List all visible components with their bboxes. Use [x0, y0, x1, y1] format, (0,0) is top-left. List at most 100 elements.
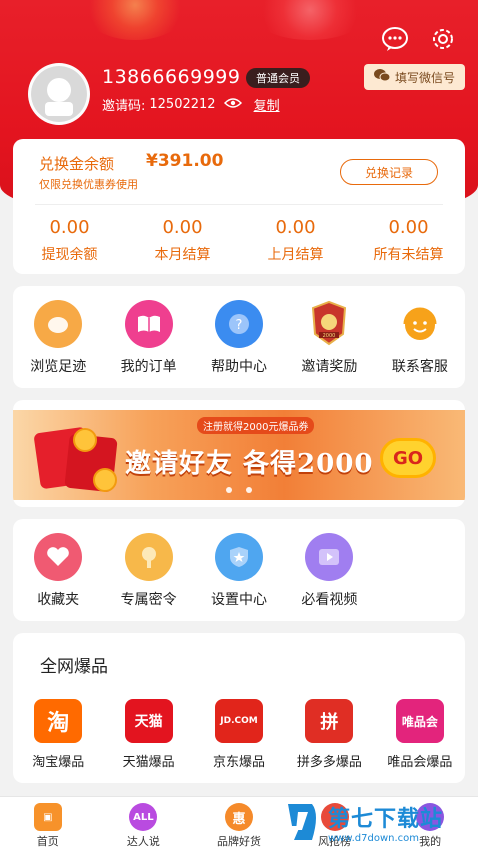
stat-value: 0.00 — [388, 217, 429, 238]
platform-label: 淘宝爆品 — [32, 755, 85, 770]
invite-banner[interactable]: 注册就得2000元爆品券 邀请好友 各得2000 GO — [13, 400, 465, 507]
shield-icon — [214, 533, 263, 581]
platform-label: 天猫爆品 — [122, 755, 175, 770]
menu-label: 收藏夹 — [37, 592, 80, 608]
exchange-record-button[interactable]: 兑换记录 — [340, 159, 438, 185]
invite-code-row: 邀请码: 12502212 复制 — [102, 95, 280, 114]
balance-title: 兑换金余额 — [39, 155, 115, 173]
stat-unsettled[interactable]: 0.00 所有未结算 — [352, 217, 465, 264]
menu-item-help[interactable]: ? 帮助中心 — [194, 300, 284, 388]
menu-item-settings[interactable]: 设置中心 — [194, 533, 284, 621]
member-level-badge: 普通会员 — [246, 68, 310, 88]
video-icon — [305, 533, 354, 581]
talent-icon: ALL — [129, 803, 158, 831]
tab-brand[interactable]: 惠 品牌好货 — [191, 797, 287, 850]
watermark-text: 第七下载站 — [328, 806, 444, 832]
menu-label: 帮助中心 — [211, 359, 268, 375]
menu-label: 浏览足迹 — [30, 359, 87, 375]
section-title: 全网爆品 — [40, 657, 108, 677]
invite-label: 邀请码: — [102, 99, 146, 114]
balance-note: 仅限兑换优惠券使用 — [39, 178, 138, 191]
home-icon: ▣ — [33, 803, 62, 831]
tmall-logo-icon: 天猫 — [124, 699, 173, 743]
menu-item-exclusive-code[interactable]: 专属密令 — [103, 533, 193, 621]
stat-withdraw-balance[interactable]: 0.00 提现余额 — [13, 217, 126, 264]
medal-icon: 2000 — [305, 300, 354, 348]
menu-label: 设置中心 — [210, 592, 267, 608]
fill-wechat-label: 填写微信号 — [394, 70, 455, 85]
platform-label: 唯品会爆品 — [387, 755, 453, 770]
stat-label: 本月结算 — [154, 247, 211, 263]
banner-go-button[interactable]: GO — [380, 438, 436, 478]
menu-item-favorites[interactable]: 收藏夹 — [13, 533, 103, 621]
header-actions — [380, 24, 458, 54]
invite-code: 12502212 — [149, 97, 216, 112]
menu-item-orders[interactable]: 我的订单 — [103, 300, 193, 388]
platform-pinduoduo[interactable]: 拼 拼多多爆品 — [284, 699, 374, 770]
tools-menu: 收藏夹 专属密令 设置中心 必看视频 — [13, 519, 465, 621]
platform-vip[interactable]: 唯品会 唯品会爆品 — [375, 699, 465, 770]
menu-item-invite-reward[interactable]: 2000 邀请奖励 — [284, 300, 374, 388]
gear-icon[interactable] — [428, 24, 458, 54]
balance-amount: ¥391.00 — [146, 151, 224, 171]
balance-card: 兑换金余额 ¥391.00 仅限兑换优惠券使用 兑换记录 0.00 提现余额 0… — [13, 139, 465, 274]
menu-label: 邀请奖励 — [301, 359, 358, 375]
tab-label: 首页 — [36, 835, 59, 848]
platform-jd[interactable]: JD.COM 京东爆品 — [194, 699, 284, 770]
menu-label: 联系客服 — [391, 359, 448, 375]
copy-link[interactable]: 复制 — [254, 95, 280, 114]
wechat-icon — [373, 69, 391, 85]
coin-icon — [73, 428, 97, 452]
stat-value: 0.00 — [49, 217, 90, 238]
footprint-icon — [34, 300, 83, 348]
message-icon[interactable] — [380, 24, 410, 54]
watermark-logo-icon — [288, 804, 316, 840]
book-icon — [124, 300, 173, 348]
heart-icon — [34, 533, 83, 581]
menu-label: 必看视频 — [301, 592, 358, 608]
tab-home[interactable]: ▣ 首页 — [0, 797, 96, 850]
watermark-url: www.d7down.com — [328, 832, 420, 844]
firework-decoration — [250, 0, 370, 40]
stat-label: 所有未结算 — [373, 247, 444, 263]
eye-icon[interactable] — [223, 97, 242, 113]
platform-label: 京东爆品 — [213, 755, 266, 770]
svg-text:2000: 2000 — [323, 333, 336, 339]
carousel-dot[interactable] — [226, 487, 232, 493]
taobao-logo-icon: 淘 — [34, 699, 83, 743]
fill-wechat-button[interactable]: 填写微信号 — [363, 64, 465, 90]
tab-label: 品牌好货 — [216, 835, 261, 848]
stat-label: 提现余额 — [41, 247, 98, 263]
menu-item-videos[interactable]: 必看视频 — [284, 533, 374, 621]
firework-decoration — [80, 0, 190, 40]
site-watermark: 第七下载站 www.d7down.com — [286, 800, 443, 844]
stat-this-month[interactable]: 0.00 本月结算 — [126, 217, 239, 264]
menu-item-customer-service[interactable]: 联系客服 — [375, 300, 465, 388]
platform-tmall[interactable]: 天猫 天猫爆品 — [103, 699, 193, 770]
jd-logo-icon: JD.COM — [215, 699, 264, 743]
quick-menu: 浏览足迹 我的订单 ? 帮助中心 2000 邀请奖励 联系客服 — [13, 286, 465, 388]
tab-label: 达人说 — [126, 835, 160, 848]
headset-icon — [395, 300, 444, 348]
menu-label: 专属密令 — [120, 592, 177, 608]
svg-text:?: ? — [236, 318, 243, 333]
stat-value: 0.00 — [275, 217, 316, 238]
stat-value: 0.00 — [162, 217, 203, 238]
stat-last-month[interactable]: 0.00 上月结算 — [239, 217, 352, 264]
banner-subtitle: 注册就得2000元爆品券 — [197, 417, 315, 434]
menu-item-footprint[interactable]: 浏览足迹 — [13, 300, 103, 388]
avatar[interactable] — [28, 63, 90, 125]
user-phone: 13866669999 — [102, 66, 241, 88]
divider — [35, 204, 443, 205]
key-icon — [124, 533, 173, 581]
platform-list: 淘 淘宝爆品 天猫 天猫爆品 JD.COM 京东爆品 拼 拼多多爆品 唯品会 唯… — [13, 699, 465, 770]
hot-products-section: 全网爆品 淘 淘宝爆品 天猫 天猫爆品 JD.COM 京东爆品 拼 拼多多爆品 … — [13, 633, 465, 783]
vip-logo-icon: 唯品会 — [395, 699, 444, 743]
platform-taobao[interactable]: 淘 淘宝爆品 — [13, 699, 103, 770]
carousel-indicator — [13, 487, 465, 493]
tab-talent[interactable]: ALL 达人说 — [96, 797, 192, 850]
help-icon: ? — [215, 300, 264, 348]
brand-icon: 惠 — [224, 803, 253, 831]
platform-label: 拼多多爆品 — [296, 755, 362, 770]
carousel-dot[interactable] — [246, 487, 252, 493]
